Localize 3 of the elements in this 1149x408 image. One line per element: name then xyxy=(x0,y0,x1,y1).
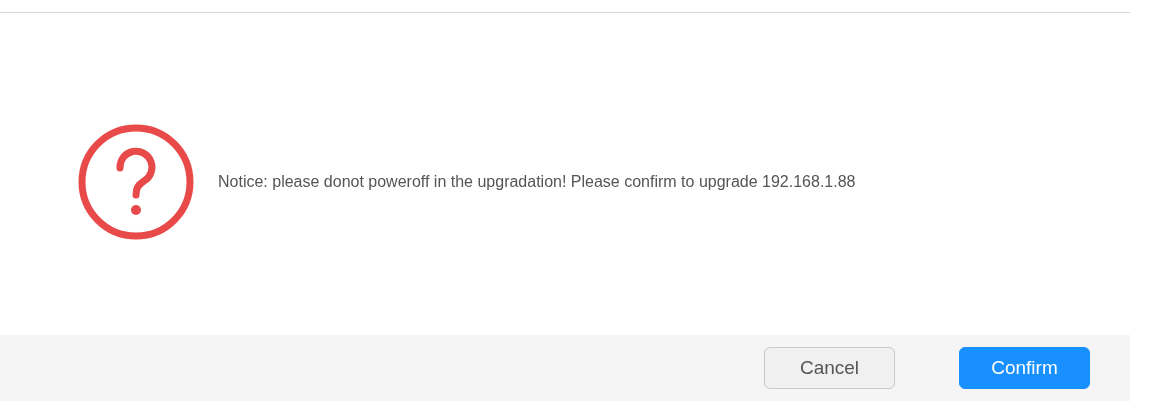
question-icon xyxy=(78,124,194,240)
cancel-button[interactable]: Cancel xyxy=(764,347,895,389)
notice-message: Notice: please donot poweroff in the upgradation! Please confirm to upgrade 192.168.1.88 xyxy=(218,173,856,191)
